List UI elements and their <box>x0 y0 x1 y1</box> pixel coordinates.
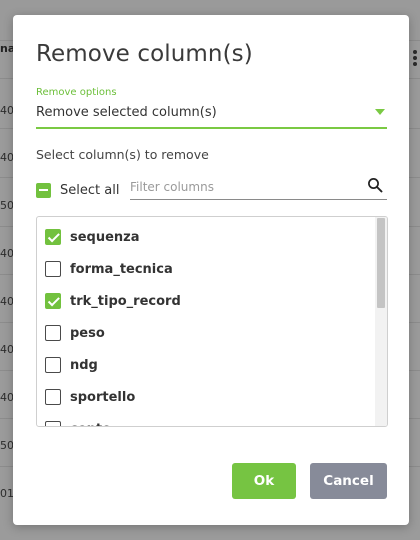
list-item[interactable]: conto <box>45 419 111 427</box>
filter-columns-input[interactable] <box>130 177 355 197</box>
background-cell: 40 <box>0 151 14 164</box>
column-checkbox[interactable] <box>45 389 61 405</box>
background-cell: 40 <box>0 104 14 117</box>
select-all-checkbox[interactable] <box>36 182 51 198</box>
column-checkbox[interactable] <box>45 421 61 426</box>
kebab-menu-icon <box>413 50 417 66</box>
list-item[interactable]: sequenza <box>45 227 140 247</box>
column-label[interactable]: trk_tipo_record <box>70 294 181 309</box>
list-item[interactable]: trk_tipo_record <box>45 291 181 311</box>
column-label[interactable]: peso <box>70 326 105 341</box>
column-label[interactable]: sportello <box>70 390 135 405</box>
column-checkbox[interactable] <box>45 293 61 309</box>
background-cell: 40 <box>0 295 14 308</box>
list-scrollbar[interactable] <box>375 217 387 426</box>
column-checkbox[interactable] <box>45 357 61 373</box>
column-checkbox[interactable] <box>45 229 61 245</box>
column-label[interactable]: sequenza <box>70 230 140 245</box>
remove-columns-dialog: Remove column(s) Remove options Remove s… <box>13 15 409 525</box>
remove-options-value: Remove selected column(s) <box>36 105 217 120</box>
background-cell: 01 <box>0 487 14 500</box>
list-scrollbar-thumb[interactable] <box>377 218 385 308</box>
column-checkbox[interactable] <box>45 261 61 277</box>
select-all-control[interactable]: Select all <box>36 180 119 200</box>
dialog-title: Remove column(s) <box>36 41 253 67</box>
section-label: Select column(s) to remove <box>36 147 209 162</box>
remove-options-label: Remove options <box>36 87 117 98</box>
background-cell: 50 <box>0 439 14 452</box>
list-item[interactable]: ndg <box>45 355 98 375</box>
background-cell: 40 <box>0 391 14 404</box>
column-label[interactable]: forma_tecnica <box>70 262 173 277</box>
remove-options-select[interactable]: Remove options Remove selected column(s) <box>36 87 387 129</box>
columns-list[interactable]: sequenza forma_tecnica trk_tipo_record p… <box>36 216 388 427</box>
background-cell: 50 <box>0 199 14 212</box>
chevron-down-icon[interactable] <box>375 109 385 115</box>
ok-button[interactable]: Ok <box>232 463 296 499</box>
cancel-button[interactable]: Cancel <box>310 463 387 499</box>
background-cell: 40 <box>0 247 14 260</box>
column-label[interactable]: ndg <box>70 358 98 373</box>
list-item[interactable]: forma_tecnica <box>45 259 173 279</box>
list-item[interactable]: sportello <box>45 387 135 407</box>
column-checkbox[interactable] <box>45 325 61 341</box>
filter-columns-field[interactable] <box>130 175 387 200</box>
search-icon[interactable] <box>367 177 383 193</box>
list-item[interactable]: peso <box>45 323 105 343</box>
column-label[interactable]: conto <box>70 422 111 427</box>
background-cell: 40 <box>0 343 14 356</box>
select-all-label[interactable]: Select all <box>60 183 119 198</box>
